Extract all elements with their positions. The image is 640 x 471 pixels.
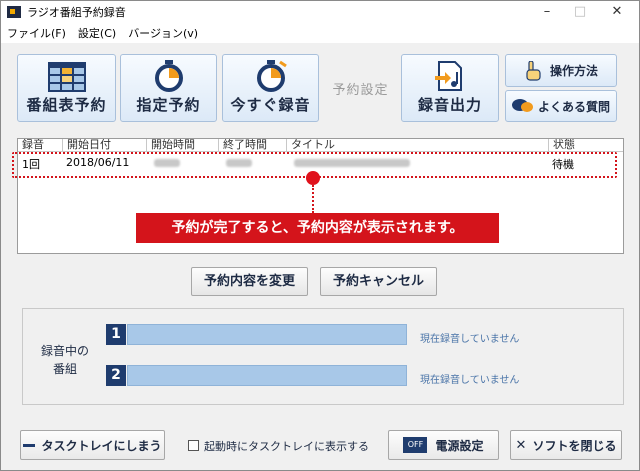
pointing-hand-icon (526, 60, 541, 81)
menu-bar: ファイル(F) 設定(C) バージョン(v) (1, 23, 639, 43)
record-now-label: 今すぐ録音 (230, 96, 311, 114)
channel-1-bar (127, 324, 407, 345)
timetable-icon (47, 62, 86, 92)
recording-label-line1: 録音中の (40, 344, 89, 358)
reserve-settings-button[interactable]: 予約設定 (324, 54, 397, 122)
callout-pin (306, 171, 320, 185)
col-title[interactable]: タイトル (286, 139, 335, 151)
maximize-button[interactable]: □ (564, 1, 596, 23)
recording-label: 録音中の 番組 (35, 342, 95, 378)
menu-settings[interactable]: 設定(C) (78, 25, 116, 41)
howto-button[interactable]: 操作方法 (505, 54, 617, 87)
close-button[interactable]: ✕ (601, 1, 633, 23)
minimize-icon (23, 443, 36, 447)
specified-reserve-button[interactable]: 指定予約 (120, 54, 217, 122)
col-status[interactable]: 状態 (548, 139, 575, 151)
export-recording-button[interactable]: 録音出力 (401, 54, 499, 122)
app-radio-icon (7, 6, 21, 18)
channel-1-number: 1 (106, 324, 126, 345)
window-title: ラジオ番組予約録音 (27, 6, 126, 19)
close-software-button[interactable]: ✕ ソフトを閉じる (510, 430, 622, 460)
stopwatch-icon (154, 60, 183, 92)
power-settings-label: 電源設定 (435, 438, 484, 453)
menu-file[interactable]: ファイル(F) (7, 25, 66, 41)
stopwatch-now-icon (256, 60, 287, 92)
reserve-settings-label: 予約設定 (332, 82, 389, 98)
power-off-icon: OFF (403, 437, 428, 453)
faq-button[interactable]: よくある質問 (505, 90, 617, 122)
export-recording-label: 録音出力 (417, 96, 482, 114)
howto-label: 操作方法 (549, 64, 598, 78)
timetable-reserve-label: 番組表予約 (26, 96, 107, 114)
recording-panel (22, 308, 624, 405)
tray-label: タスクトレイにしまう (41, 438, 162, 453)
close-x-icon: ✕ (515, 437, 527, 453)
cancel-reservation-button[interactable]: 予約キャンセル (320, 267, 437, 296)
specified-reserve-label: 指定予約 (136, 96, 201, 114)
channel-2-bar (127, 365, 407, 386)
channel-2-status: 現在録音していません (420, 375, 520, 386)
channel-2-number: 2 (106, 365, 126, 386)
col-end-time[interactable]: 終了時間 (218, 139, 267, 151)
menu-version[interactable]: バージョン(v) (128, 25, 198, 41)
minimize-button[interactable]: – (531, 1, 563, 23)
app-window: ラジオ番組予約録音 – □ ✕ ファイル(F) 設定(C) バージョン(v) 番… (0, 0, 640, 471)
startup-tray-label[interactable]: 起動時にタスクトレイに表示する (204, 438, 369, 454)
table-header: 録音 開始日付 開始時間 終了時間 タイトル 状態 (18, 139, 623, 152)
change-reservation-button[interactable]: 予約内容を変更 (191, 267, 308, 296)
col-rec[interactable]: 録音 (18, 139, 44, 151)
music-export-icon (435, 61, 462, 91)
col-start-date[interactable]: 開始日付 (62, 139, 111, 151)
title-bar: ラジオ番組予約録音 – □ ✕ (1, 1, 639, 23)
record-now-button[interactable]: 今すぐ録音 (222, 54, 319, 122)
startup-tray-checkbox[interactable] (188, 440, 199, 451)
close-software-label: ソフトを閉じる (532, 438, 617, 453)
channel-1-status: 現在録音していません (420, 334, 520, 345)
callout-connector (312, 185, 314, 213)
power-settings-button[interactable]: OFF 電源設定 (388, 430, 499, 460)
faq-bubble-icon (511, 99, 533, 112)
faq-label: よくある質問 (537, 99, 610, 114)
callout-banner: 予約が完了すると、予約内容が表示されます。 (136, 213, 499, 243)
minimize-to-tray-button[interactable]: タスクトレイにしまう (20, 430, 165, 460)
timetable-reserve-button[interactable]: 番組表予約 (17, 54, 116, 122)
col-start-time[interactable]: 開始時間 (146, 139, 195, 151)
recording-label-line2: 番組 (52, 362, 77, 376)
